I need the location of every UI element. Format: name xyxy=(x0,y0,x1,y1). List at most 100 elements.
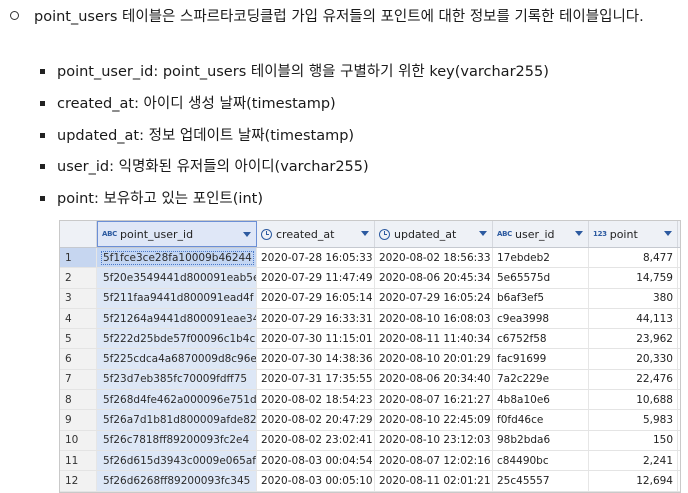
cell-updated-at[interactable]: 2020-08-10 23:12:03 xyxy=(375,430,493,450)
row-number[interactable]: 9 xyxy=(60,410,97,430)
cell-point[interactable]: 12,694 xyxy=(589,471,678,491)
row-number[interactable]: 7 xyxy=(60,369,97,390)
cell-created-at[interactable]: 2020-07-29 16:33:31 xyxy=(257,308,375,329)
row-number[interactable]: 6 xyxy=(60,349,97,369)
cell-updated-at[interactable]: 2020-07-29 16:05:24 xyxy=(375,288,493,308)
cell-point-user-id[interactable]: 5f26a7d1b81d800009afde82 xyxy=(97,410,257,430)
cell-point-user-id[interactable]: 5f268d4fe462a000096e751d xyxy=(97,390,257,410)
cell-updated-at[interactable]: 2020-08-10 16:08:03 xyxy=(375,308,493,329)
column-header-user-id[interactable]: ABC user_id xyxy=(493,221,589,247)
cell-point-user-id[interactable]: 5f211faa9441d800091ead4f xyxy=(97,288,257,308)
column-header-created-at[interactable]: created_at xyxy=(257,221,375,247)
row-number[interactable]: 5 xyxy=(60,329,97,349)
cell-created-at-value: 2020-08-02 18:54:23 xyxy=(261,393,373,406)
cell-user-id[interactable]: c84490bc xyxy=(493,450,589,471)
cell-created-at[interactable]: 2020-07-30 14:38:36 xyxy=(257,349,375,369)
cell-updated-at[interactable]: 2020-08-11 02:01:21 xyxy=(375,471,493,491)
cell-point[interactable]: 22,476 xyxy=(589,369,678,390)
cell-user-id[interactable]: f0fd46ce xyxy=(493,410,589,430)
row-number[interactable]: 10 xyxy=(60,430,97,450)
cell-updated-at[interactable]: 2020-08-07 16:21:27 xyxy=(375,390,493,410)
table-row[interactable]: 9 5f26a7d1b81d800009afde82 2020-08-02 20:4… xyxy=(60,410,680,431)
row-number-header xyxy=(60,221,97,247)
row-number[interactable]: 12 xyxy=(60,471,97,491)
cell-user-id[interactable]: b6af3ef5 xyxy=(493,288,589,308)
table-row[interactable]: 12 5f26d6268ff89200093fc345 2020-08-03 00:… xyxy=(60,471,680,492)
table-row[interactable]: 10 5f26c7818ff89200093fc2e4 2020-08-02 23:… xyxy=(60,430,680,451)
cell-point[interactable]: 20,330 xyxy=(589,349,678,369)
table-row[interactable]: 6 5f225cdca4a6870009d8c96e 2020-07-30 14:3… xyxy=(60,349,680,370)
cell-updated-at[interactable]: 2020-08-11 11:40:34 xyxy=(375,329,493,349)
cell-point[interactable]: 14,759 xyxy=(589,268,678,288)
cell-updated-at[interactable]: 2020-08-10 22:45:09 xyxy=(375,410,493,430)
cell-created-at[interactable]: 2020-08-02 23:02:41 xyxy=(257,430,375,450)
row-number[interactable]: 1 xyxy=(60,248,97,268)
cell-updated-at-value: 2020-08-10 16:08:03 xyxy=(379,312,491,325)
column-header-point-user-id[interactable]: ABC point_user_id xyxy=(97,221,257,247)
cell-point[interactable]: 150 xyxy=(589,430,678,450)
cell-user-id[interactable]: c6752f58 xyxy=(493,329,589,349)
row-number[interactable]: 3 xyxy=(60,288,97,308)
cell-point-user-id[interactable]: 5f20e3549441d800091eab5e xyxy=(97,268,257,288)
cell-point-user-id[interactable]: 5f225cdca4a6870009d8c96e xyxy=(97,349,257,369)
cell-created-at[interactable]: 2020-07-30 11:15:01 xyxy=(257,329,375,349)
cell-user-id[interactable]: 7a2c229e xyxy=(493,369,589,390)
cell-point[interactable]: 23,962 xyxy=(589,329,678,349)
cell-updated-at[interactable]: 2020-08-06 20:34:40 xyxy=(375,369,493,390)
cell-created-at[interactable]: 2020-08-02 18:54:23 xyxy=(257,390,375,410)
column-header-point[interactable]: 123 point xyxy=(589,221,678,247)
square-bullet-icon xyxy=(40,101,45,106)
cell-point[interactable]: 2,241 xyxy=(589,450,678,471)
cell-user-id[interactable]: fac91699 xyxy=(493,349,589,369)
column-header-updated-at[interactable]: updated_at xyxy=(375,221,493,247)
row-number[interactable]: 4 xyxy=(60,308,97,329)
cell-created-at[interactable]: 2020-07-28 16:05:33 xyxy=(257,248,375,268)
cell-user-id[interactable]: 25c45557 xyxy=(493,471,589,491)
cell-user-id[interactable]: 5e65575d xyxy=(493,268,589,288)
cell-updated-at[interactable]: 2020-08-02 18:56:33 xyxy=(375,248,493,268)
cell-point[interactable]: 8,477 xyxy=(589,248,678,268)
cell-point-user-id[interactable]: 5f26d615d3943c0009e065af xyxy=(97,450,257,471)
cell-point[interactable]: 5,983 xyxy=(589,410,678,430)
filter-dropdown-icon[interactable] xyxy=(361,231,369,236)
cell-point-user-id[interactable]: 5f26d6268ff89200093fc345 xyxy=(97,471,257,491)
filter-dropdown-icon[interactable] xyxy=(575,231,583,236)
cell-user-id-value: c84490bc xyxy=(497,454,549,467)
cell-point[interactable]: 380 xyxy=(589,288,678,308)
filter-dropdown-icon[interactable] xyxy=(479,231,487,236)
cell-point-user-id[interactable]: 5f21264a9441d800091eae34 xyxy=(97,308,257,329)
cell-user-id[interactable]: 4b8a10e6 xyxy=(493,390,589,410)
table-row[interactable]: 11 5f26d615d3943c0009e065af 2020-08-03 00:… xyxy=(60,450,680,472)
cell-created-at[interactable]: 2020-08-03 00:05:10 xyxy=(257,471,375,491)
table-row[interactable]: 8 5f268d4fe462a000096e751d 2020-08-02 18:5… xyxy=(60,390,680,411)
cell-created-at[interactable]: 2020-08-03 00:04:54 xyxy=(257,450,375,471)
cell-point-user-id[interactable]: 5f1fce3ce28fa10009b46244 xyxy=(97,248,257,268)
cell-updated-at[interactable]: 2020-08-07 12:02:16 xyxy=(375,450,493,471)
filter-dropdown-icon[interactable] xyxy=(664,231,672,236)
table-row[interactable]: 7 5f23d7eb385fc70009fdff75 2020-07-31 17:3… xyxy=(60,369,680,391)
cell-created-at[interactable]: 2020-07-29 16:05:14 xyxy=(257,288,375,308)
row-number[interactable]: 11 xyxy=(60,450,97,471)
cell-user-id[interactable]: c9ea3998 xyxy=(493,308,589,329)
cell-updated-at[interactable]: 2020-08-06 20:45:34 xyxy=(375,268,493,288)
cell-point[interactable]: 10,688 xyxy=(589,390,678,410)
cell-created-at[interactable]: 2020-07-29 11:47:49 xyxy=(257,268,375,288)
filter-dropdown-icon[interactable] xyxy=(243,232,251,237)
cell-point-user-id[interactable]: 5f222d25bde57f00096c1b4c xyxy=(97,329,257,349)
row-number[interactable]: 2 xyxy=(60,268,97,288)
cell-point-user-id[interactable]: 5f23d7eb385fc70009fdff75 xyxy=(97,369,257,390)
cell-updated-at[interactable]: 2020-08-10 20:01:29 xyxy=(375,349,493,369)
cell-point[interactable]: 44,113 xyxy=(589,308,678,329)
table-row[interactable]: 5 5f222d25bde57f00096c1b4c 2020-07-30 11:1… xyxy=(60,329,680,350)
table-row[interactable]: 4 5f21264a9441d800091eae34 2020-07-29 16:3… xyxy=(60,308,680,330)
row-number[interactable]: 8 xyxy=(60,390,97,410)
cell-created-at[interactable]: 2020-07-31 17:35:55 xyxy=(257,369,375,390)
cell-user-id[interactable]: 17ebdeb2 xyxy=(493,248,589,268)
cell-point-user-id[interactable]: 5f26c7818ff89200093fc2e4 xyxy=(97,430,257,450)
cell-user-id-value: b6af3ef5 xyxy=(497,292,544,305)
table-row[interactable]: 1 5f1fce3ce28fa10009b46244 2020-07-28 16:0… xyxy=(60,248,680,269)
cell-user-id[interactable]: 98b2bda6 xyxy=(493,430,589,450)
table-row[interactable]: 2 5f20e3549441d800091eab5e 2020-07-29 11:4… xyxy=(60,268,680,289)
cell-created-at[interactable]: 2020-08-02 20:47:29 xyxy=(257,410,375,430)
table-row[interactable]: 3 5f211faa9441d800091ead4f 2020-07-29 16:0… xyxy=(60,288,680,309)
